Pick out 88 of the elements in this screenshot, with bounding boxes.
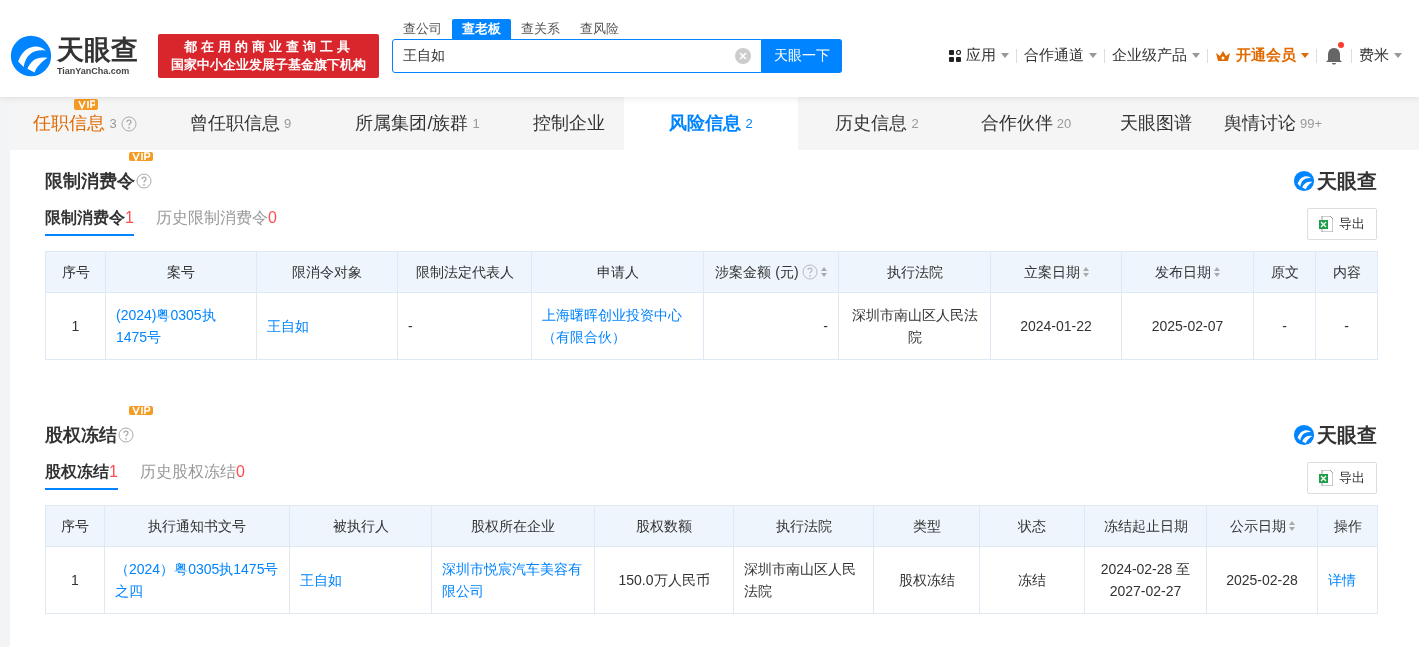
sub-tab[interactable]: 股权冻结1 [45, 460, 118, 490]
column-header: 申请人 [531, 251, 704, 293]
export-button[interactable]: 导出 [1307, 462, 1377, 494]
table-cell-text: 150.0万人民币 [617, 571, 711, 590]
logo-text: 天眼查 [1317, 169, 1377, 194]
column-header: 类型 [873, 505, 980, 547]
column-header: 案号 [105, 251, 257, 293]
search-tab[interactable]: 查风险 [570, 18, 629, 39]
column-header: 操作 [1317, 505, 1378, 547]
spreadsheet-icon [1319, 470, 1333, 486]
spreadsheet-icon [1319, 216, 1333, 232]
column-header: 股权所在企业 [431, 505, 595, 547]
caret-icon [1001, 53, 1009, 58]
logo-icon [9, 33, 53, 78]
profile-tab[interactable]: 舆情讨论 99+ [1216, 97, 1330, 150]
search-button[interactable]: 天眼一下 [762, 38, 842, 73]
apps-icon [949, 49, 961, 62]
column-header[interactable]: 涉案金额 (元) [703, 251, 839, 293]
export-button[interactable]: 导出 [1307, 208, 1377, 240]
logo-text: 天眼查 [57, 34, 138, 65]
table-cell-text: - [1281, 317, 1288, 336]
logo-domain: TianYanCha.com [57, 64, 131, 77]
column-header: 执行法院 [838, 251, 991, 293]
column-header: 限制法定代表人 [397, 251, 532, 293]
search-tab[interactable]: 查老板 [452, 18, 511, 39]
table-cell-text: 深圳市南山区人民法院 [744, 560, 857, 601]
column-header[interactable]: 公示日期 [1206, 505, 1318, 547]
caret-icon [1394, 53, 1402, 58]
table-cell-text: 冻结 [1017, 571, 1047, 590]
logo-icon [1293, 170, 1315, 192]
profile-tab[interactable]: 天眼图谱 [1096, 97, 1216, 150]
logo-text: 天眼查 [1317, 423, 1377, 448]
profile-tab[interactable]: 所属集团/族群 1 [321, 97, 514, 150]
column-header: 股权数额 [594, 505, 734, 547]
nav-menu[interactable]: 费米 [1359, 44, 1402, 67]
table-cell-text: - [1343, 317, 1350, 336]
table-cell-text: 1 [70, 317, 81, 336]
section-title: 限制消费令 [45, 169, 135, 193]
table-cell-text: 2024-01-22 [1019, 317, 1093, 336]
section-title: 股权冻结 [45, 423, 117, 447]
clear-icon [735, 47, 751, 64]
table-cell-text: - [408, 317, 414, 336]
sort-icon [1214, 267, 1220, 277]
sort-icon [1082, 267, 1089, 277]
help-icon [118, 427, 134, 443]
column-header: 执行通知书文号 [104, 505, 290, 547]
sort-icon [1288, 521, 1295, 531]
nav-menu[interactable]: 合作通道 [1024, 44, 1097, 67]
profile-tab[interactable]: 控制企业 [514, 97, 624, 150]
slogan-text: 都在用的商业查询工具 [183, 37, 354, 56]
logo-icon [1293, 424, 1315, 446]
nav-menu[interactable]: 企业级产品 [1112, 44, 1200, 67]
caret-icon [1301, 53, 1309, 58]
help-icon [801, 264, 818, 280]
column-header: 冻结起止日期 [1084, 505, 1207, 547]
caret-icon [1089, 53, 1097, 58]
table-cell-text: 深圳市南山区人民法院 [850, 306, 979, 347]
column-header: 状态 [979, 505, 1085, 547]
table-cell-text: 1 [70, 571, 80, 590]
search-tab[interactable]: 查关系 [511, 18, 570, 39]
sort-icon [820, 267, 827, 277]
caret-icon [1192, 53, 1200, 58]
profile-tab[interactable]: 曾任职信息 9 [160, 97, 321, 150]
help-icon [120, 115, 137, 132]
column-header: 序号 [45, 505, 105, 547]
help-icon [136, 173, 152, 189]
search-field[interactable]: 王自如 [392, 38, 762, 73]
column-header: 内容 [1315, 251, 1378, 293]
nav-menu[interactable]: 应用 [949, 44, 1009, 67]
column-header[interactable]: 立案日期 [990, 251, 1122, 293]
table-cell-text: 2025-02-07 [1150, 317, 1225, 336]
table-cell-text: 2025-02-28 [1225, 571, 1299, 590]
profile-tab[interactable]: 风险信息 2 [624, 97, 798, 150]
slogan-text: 国家中小企业发展子基金旗下机构 [171, 55, 366, 74]
column-header: 执行法院 [733, 505, 874, 547]
table-cell-text: 2024-02-28 至 2027-02-27 [1099, 560, 1192, 601]
column-header: 原文 [1253, 251, 1316, 293]
column-header: 被执行人 [289, 505, 432, 547]
table-cell-text: - [822, 317, 828, 336]
table-cell-text: 股权冻结 [897, 571, 956, 590]
search-tab[interactable]: 查公司 [393, 18, 452, 39]
profile-tab[interactable]: 历史信息 2 [798, 97, 956, 150]
column-header: 序号 [45, 251, 106, 293]
sub-tab[interactable]: 限制消费令1 [45, 206, 134, 236]
column-header[interactable]: 发布日期 [1121, 251, 1254, 293]
profile-tab[interactable]: 合作伙伴 20 [956, 97, 1096, 150]
bell-icon [1324, 45, 1344, 66]
column-header: 限消令对象 [256, 251, 398, 293]
